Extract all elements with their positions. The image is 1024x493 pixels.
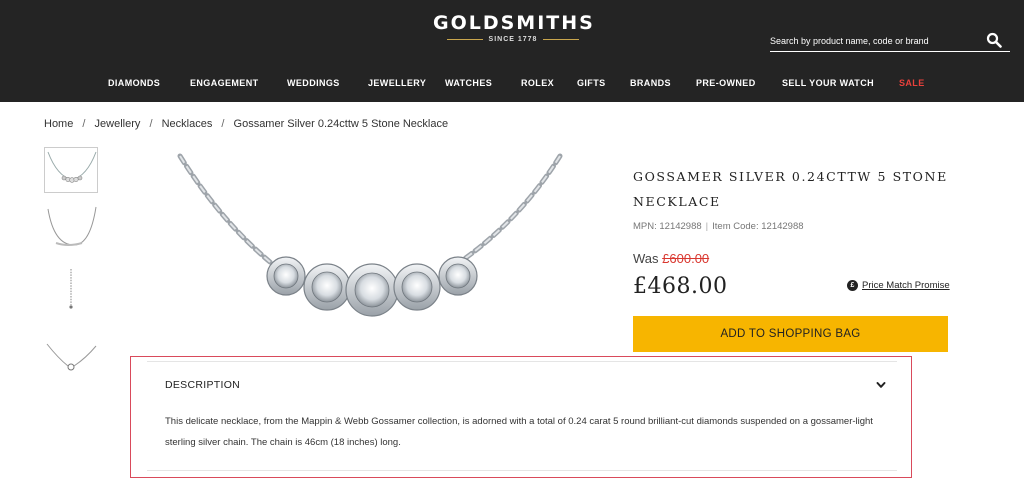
description-text: This delicate necklace, from the Mappin …: [165, 416, 873, 448]
description-panel: DESCRIPTION This delicate necklace, from…: [130, 356, 912, 478]
nav-item-rolex[interactable]: ROLEX: [521, 78, 554, 88]
necklace-clasp-thumbnail-image: [46, 343, 97, 371]
necklace-detail-thumbnail-image: [69, 269, 73, 309]
product-mpn: MPN: 12142988: [633, 221, 702, 232]
divider: [147, 361, 897, 362]
thumbnail-clasp[interactable]: [44, 332, 98, 378]
nav-item-jewellery[interactable]: JEWELLERY: [368, 78, 426, 88]
nav-item-brands[interactable]: BRANDS: [630, 78, 671, 88]
breadcrumb-necklaces[interactable]: Necklaces: [162, 118, 213, 130]
nav-item-diamonds[interactable]: DIAMONDS: [108, 78, 160, 88]
search-bar: [770, 30, 1010, 52]
breadcrumb-home[interactable]: Home: [44, 118, 73, 130]
nav-item-pre-owned[interactable]: PRE-OWNED: [696, 78, 756, 88]
product-main-image[interactable]: [160, 150, 580, 320]
necklace-side-thumbnail-image: [47, 206, 97, 246]
logo-wordmark: GOLDSMITHS: [433, 12, 595, 34]
necklace-front-thumbnail-image: [47, 151, 97, 183]
divider: [147, 470, 897, 471]
main-nav: DIAMONDS ENGAGEMENT WEDDINGS JEWELLERY W…: [0, 78, 1024, 94]
breadcrumb-separator: /: [221, 118, 225, 130]
thumbnail-detail[interactable]: [44, 265, 98, 311]
logo-since-line: SINCE 1778: [433, 36, 593, 43]
pound-icon: £: [847, 280, 858, 291]
nav-item-watches[interactable]: WATCHES: [445, 78, 492, 88]
breadcrumb-separator: /: [82, 118, 86, 130]
search-icon[interactable]: [986, 32, 1002, 48]
breadcrumb: Home / Jewellery / Necklaces / Gossamer …: [44, 118, 448, 130]
nav-item-gifts[interactable]: GIFTS: [577, 78, 606, 88]
code-divider: |: [705, 221, 709, 232]
price-match-label: Price Match Promise: [862, 280, 950, 291]
nav-item-sell-your-watch[interactable]: SELL YOUR WATCH: [782, 78, 874, 88]
product-codes: MPN: 12142988 | Item Code: 12142988: [633, 221, 804, 232]
goldsmiths-logo[interactable]: GOLDSMITHS SINCE 1778: [433, 12, 593, 43]
logo-since-text: SINCE 1778: [488, 36, 538, 43]
product-title: GOSSAMER SILVER 0.24CTTW 5 STONE NECKLAC…: [633, 169, 948, 209]
current-price: £468.00: [633, 274, 728, 299]
add-to-bag-button[interactable]: ADD TO SHOPPING BAG: [633, 316, 948, 352]
was-price: £600.00: [662, 251, 710, 266]
nav-item-weddings[interactable]: WEDDINGS: [287, 78, 340, 88]
breadcrumb-separator: /: [149, 118, 153, 130]
price-match-promise-link[interactable]: £ Price Match Promise: [847, 280, 950, 291]
thumbnail-front[interactable]: [44, 147, 98, 193]
logo-rule-left: [446, 39, 483, 40]
logo-rule-right: [543, 39, 580, 40]
breadcrumb-current: Gossamer Silver 0.24cttw 5 Stone Necklac…: [233, 118, 449, 130]
chevron-down-icon[interactable]: [875, 379, 887, 391]
nav-item-sale[interactable]: SALE: [899, 78, 925, 88]
product-item-code: Item Code: 12142988: [712, 221, 804, 232]
description-heading[interactable]: DESCRIPTION: [165, 379, 240, 391]
nav-item-engagement[interactable]: ENGAGEMENT: [190, 78, 259, 88]
thumbnail-side[interactable]: [44, 203, 98, 249]
site-header: GOLDSMITHS SINCE 1778 DIAMONDS ENGAGEMEN…: [0, 0, 1024, 102]
was-label: Was: [633, 251, 659, 266]
search-input[interactable]: [770, 32, 980, 50]
diamond-stones: [266, 256, 478, 317]
breadcrumb-jewellery[interactable]: Jewellery: [95, 118, 141, 130]
was-price-line: Was £600.00: [633, 251, 709, 266]
